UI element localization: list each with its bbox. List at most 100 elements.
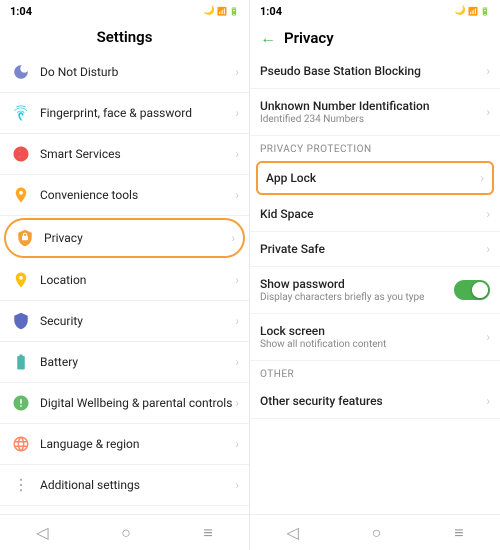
chevron-icon: › <box>486 242 490 256</box>
chevron-icon: › <box>231 231 235 245</box>
right-time: 1:04 <box>260 5 282 18</box>
lock-screen-text: Lock screen Show all notification conten… <box>260 324 486 350</box>
settings-item-smart-services[interactable]: Smart Services › <box>0 134 249 175</box>
private-safe-text: Private Safe <box>260 242 486 256</box>
settings-item-battery[interactable]: Battery › <box>0 342 249 383</box>
moon-icon <box>10 61 32 83</box>
chevron-icon: › <box>235 147 239 161</box>
additional-icon <box>10 474 32 496</box>
settings-item-security[interactable]: Security › <box>0 301 249 342</box>
app-lock-title: App Lock <box>266 171 480 185</box>
kid-space-text: Kid Space <box>260 207 486 221</box>
chevron-icon: › <box>235 65 239 79</box>
back-nav-button-right[interactable]: ◁ <box>286 523 298 542</box>
chevron-icon: › <box>486 394 490 408</box>
chevron-icon: › <box>486 64 490 78</box>
back-nav-button[interactable]: ◁ <box>36 523 48 542</box>
pseudo-base-title: Pseudo Base Station Blocking <box>260 64 486 78</box>
home-nav-button[interactable]: ○ <box>121 523 131 543</box>
unknown-number-subtitle: Identified 234 Numbers <box>260 114 486 125</box>
other-security-title: Other security features <box>260 394 486 408</box>
show-password-text: Show password Display characters briefly… <box>260 277 454 303</box>
convenience-icon <box>10 184 32 206</box>
show-password-title: Show password <box>260 277 454 291</box>
chevron-icon: › <box>480 171 484 185</box>
right-content: Pseudo Base Station Blocking › Unknown N… <box>250 54 500 514</box>
wellbeing-icon <box>10 392 32 414</box>
settings-list: Do Not Disturb › Fingerprint, face & pas… <box>0 52 249 514</box>
left-time: 1:04 <box>10 5 32 18</box>
chevron-icon: › <box>235 437 239 451</box>
lock-screen-title: Lock screen <box>260 324 486 338</box>
settings-item-additional[interactable]: Additional settings › <box>0 465 249 506</box>
privacy-label: Privacy <box>44 231 231 245</box>
left-panel-title: Settings <box>0 22 249 52</box>
battery-label: Battery <box>40 355 235 369</box>
location-icon <box>10 269 32 291</box>
chevron-icon: › <box>235 478 239 492</box>
right-bottom-nav: ◁ ○ ≡ <box>250 514 500 550</box>
right-status-icons: 🌙 📶 🔋 <box>455 6 490 16</box>
pseudo-base-text: Pseudo Base Station Blocking <box>260 64 486 78</box>
unknown-number-title: Unknown Number Identification <box>260 99 486 113</box>
right-header: ← Privacy <box>250 22 500 54</box>
smart-icon <box>10 143 32 165</box>
settings-item-digital-wellbeing[interactable]: Digital Wellbeing & parental controls › <box>0 383 249 424</box>
recents-nav-button[interactable]: ≡ <box>203 523 212 543</box>
additional-settings-label: Additional settings <box>40 478 235 492</box>
wellbeing-label: Digital Wellbeing & parental controls <box>40 396 235 410</box>
language-label: Language & region <box>40 437 235 451</box>
right-panel-title: Privacy <box>284 29 334 47</box>
chevron-icon: › <box>486 207 490 221</box>
settings-item-do-not-disturb[interactable]: Do Not Disturb › <box>0 52 249 93</box>
security-label: Security <box>40 314 235 328</box>
security-icon <box>10 310 32 332</box>
settings-item-location[interactable]: Location › <box>0 260 249 301</box>
unknown-number-item[interactable]: Unknown Number Identification Identified… <box>250 89 500 136</box>
settings-item-fingerprint[interactable]: Fingerprint, face & password › <box>0 93 249 134</box>
show-password-item[interactable]: Show password Display characters briefly… <box>250 267 500 314</box>
language-icon <box>10 433 32 455</box>
kid-space-title: Kid Space <box>260 207 486 221</box>
recents-nav-button-right[interactable]: ≡ <box>454 523 463 543</box>
chevron-icon: › <box>235 314 239 328</box>
other-security-text: Other security features <box>260 394 486 408</box>
right-status-bar: 1:04 🌙 📶 🔋 <box>250 0 500 22</box>
kid-space-item[interactable]: Kid Space › <box>250 197 500 232</box>
settings-item-privacy[interactable]: Privacy › <box>4 218 245 258</box>
lock-screen-item[interactable]: Lock screen Show all notification conten… <box>250 314 500 361</box>
lock-screen-subtitle: Show all notification content <box>260 339 486 350</box>
right-panel: 1:04 🌙 📶 🔋 ← Privacy Pseudo Base Station… <box>250 0 500 550</box>
chevron-icon: › <box>235 273 239 287</box>
chevron-icon: › <box>235 355 239 369</box>
chevron-icon: › <box>235 188 239 202</box>
smart-services-label: Smart Services <box>40 147 235 161</box>
privacy-section-label: PRIVACY PROTECTION <box>250 136 500 159</box>
left-status-icons: 🌙 📶 🔋 <box>204 6 239 16</box>
show-password-toggle[interactable] <box>454 280 490 300</box>
left-bottom-nav: ◁ ○ ≡ <box>0 514 249 550</box>
chevron-icon: › <box>486 105 490 119</box>
chevron-icon: › <box>235 106 239 120</box>
convenience-tools-label: Convenience tools <box>40 188 235 202</box>
chevron-icon: › <box>235 396 239 410</box>
privacy-icon <box>14 227 36 249</box>
pseudo-base-item[interactable]: Pseudo Base Station Blocking › <box>250 54 500 89</box>
other-security-item[interactable]: Other security features › <box>250 384 500 419</box>
home-nav-button-right[interactable]: ○ <box>372 523 382 543</box>
other-section-label: OTHER <box>250 361 500 384</box>
settings-item-convenience-tools[interactable]: Convenience tools › <box>0 175 249 216</box>
app-lock-text: App Lock <box>266 171 480 185</box>
private-safe-item[interactable]: Private Safe › <box>250 232 500 267</box>
fingerprint-label: Fingerprint, face & password <box>40 106 235 120</box>
app-lock-item[interactable]: App Lock › <box>256 161 494 195</box>
unknown-number-text: Unknown Number Identification Identified… <box>260 99 486 125</box>
back-button[interactable]: ← <box>260 28 276 48</box>
settings-item-language[interactable]: Language & region › <box>0 424 249 465</box>
private-safe-title: Private Safe <box>260 242 486 256</box>
left-panel: 1:04 🌙 📶 🔋 Settings Do Not Disturb › Fin… <box>0 0 250 550</box>
do-not-disturb-label: Do Not Disturb <box>40 65 235 79</box>
battery-icon <box>10 351 32 373</box>
location-label: Location <box>40 273 235 287</box>
left-status-bar: 1:04 🌙 📶 🔋 <box>0 0 249 22</box>
